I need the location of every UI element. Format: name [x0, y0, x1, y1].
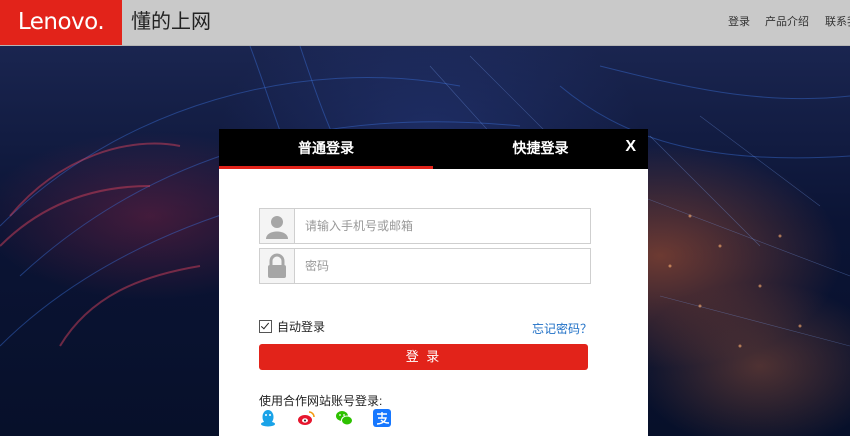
nav-login[interactable]: 登录: [728, 0, 750, 45]
nav-product-intro[interactable]: 产品介绍: [765, 0, 809, 45]
account-field: [259, 208, 591, 244]
login-submit-button[interactable]: 登 录: [259, 344, 588, 370]
top-header: Lenovo. 懂的上网 登录 产品介绍 联系我: [0, 0, 850, 46]
login-modal: 普通登录 快捷登录 X 自动登录 忘记密码？ 登 录 使用合作网站账号登录:: [219, 129, 648, 436]
alipay-icon[interactable]: [373, 409, 391, 427]
tab-normal-login[interactable]: 普通登录: [219, 129, 433, 169]
password-input[interactable]: [305, 257, 575, 275]
nav-contact[interactable]: 联系我: [825, 0, 850, 45]
auto-login-option: 自动登录: [259, 320, 325, 334]
auto-login-checkbox[interactable]: [259, 320, 272, 333]
tab-quick-login[interactable]: 快捷登录: [433, 129, 648, 169]
account-input[interactable]: [305, 217, 575, 235]
social-login-label: 使用合作网站账号登录:: [259, 394, 383, 408]
auto-login-label: 自动登录: [277, 320, 326, 334]
qq-icon[interactable]: [259, 409, 277, 427]
user-icon: [260, 209, 295, 243]
site-tagline: 懂的上网: [131, 11, 211, 33]
weibo-icon[interactable]: [297, 409, 315, 427]
password-field: [259, 248, 591, 284]
login-tabs: 普通登录 快捷登录 X: [219, 129, 648, 169]
close-button[interactable]: X: [625, 129, 636, 165]
lenovo-logo[interactable]: Lenovo.: [0, 0, 122, 45]
lock-icon: [260, 249, 295, 283]
forgot-password-link[interactable]: 忘记密码？: [532, 320, 592, 337]
wechat-icon[interactable]: [335, 409, 353, 427]
